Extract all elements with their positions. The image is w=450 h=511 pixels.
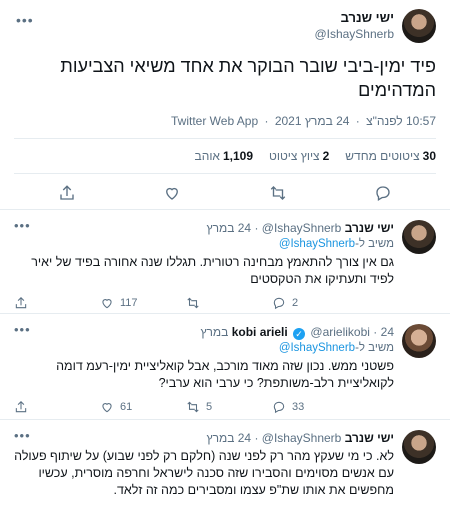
share-icon[interactable] xyxy=(58,184,76,202)
reply-action[interactable]: 2 xyxy=(272,296,358,310)
handle[interactable]: @IshayShnerb xyxy=(262,221,342,235)
tweet-date[interactable]: 24 במרץ xyxy=(207,221,252,235)
retweet-icon xyxy=(187,401,199,413)
replying-label: משיב ל- xyxy=(355,238,394,250)
tweet-date[interactable]: 24 במרץ 2021 xyxy=(275,114,350,128)
tweet-thread: ישי שנרב @IshayShnerb ••• פיד ימין-ביבי … xyxy=(0,0,450,511)
quotes-count: 30 xyxy=(422,149,436,163)
retweet-icon[interactable] xyxy=(269,184,287,202)
reply-header: kobi arieli ✓ @arielikobi · 24 במרץ xyxy=(14,324,394,340)
verified-badge-icon: ✓ xyxy=(293,328,306,340)
handle[interactable]: @arielikobi xyxy=(310,325,370,339)
display-name[interactable]: kobi arieli xyxy=(232,325,288,339)
quotes-stat[interactable]: 30ציטוטים מחדש xyxy=(345,149,436,163)
separator: · xyxy=(254,431,259,445)
reply-tweet[interactable]: ••• ישי שנרב @IshayShnerb · 24 במרץ לא. … xyxy=(0,420,450,511)
author-block: ישי שנרב @IshayShnerb xyxy=(314,10,394,42)
reply-header: ישי שנרב @IshayShnerb · 24 במרץ xyxy=(14,220,394,236)
like-icon xyxy=(102,403,112,413)
avatar[interactable] xyxy=(402,220,436,254)
reply-text: פשטני ממש. נכון שזה מאוד מורכב, אבל קואל… xyxy=(56,359,394,390)
reply-icon xyxy=(273,401,285,414)
replying-to: משיב ל-@IshayShnerb xyxy=(14,236,394,252)
retweet-count: 5 xyxy=(206,401,213,413)
replying-to: משיב ל-@IshayShnerb xyxy=(14,340,394,356)
handle[interactable]: @IshayShnerb xyxy=(262,431,342,445)
like-icon[interactable] xyxy=(163,184,181,202)
reply-count: 2 xyxy=(292,297,299,309)
like-count: 117 xyxy=(120,297,138,309)
display-name[interactable]: ישי שנרב xyxy=(345,431,394,445)
main-tweet: ישי שנרב @IshayShnerb ••• פיד ימין-ביבי … xyxy=(0,0,450,210)
reply-count: 33 xyxy=(292,401,305,413)
tweet-actions xyxy=(14,173,436,211)
separator: · xyxy=(355,114,360,128)
more-options-icon[interactable]: ••• xyxy=(14,322,31,337)
separator: · xyxy=(254,221,259,235)
more-options-icon[interactable]: ••• xyxy=(14,428,31,443)
main-tweet-header: ישי שנרב @IshayShnerb xyxy=(14,8,436,44)
display-name[interactable]: ישי שנרב xyxy=(345,221,394,235)
reply-text: לא. כי מי שעקץ מהר רק לפני שנה (חלקם רק … xyxy=(14,449,394,497)
tweet-text: פיד ימין-ביבי שובר הבוקר את אחד משיאי הצ… xyxy=(60,56,436,100)
tweet-time[interactable]: 10:57 לפנה"צ xyxy=(366,114,436,128)
reply-tweet[interactable]: ••• kobi arieli ✓ @arielikobi · 24 במרץ … xyxy=(0,314,450,420)
reply-icon[interactable] xyxy=(374,184,392,202)
reply-tweet[interactable]: ••• ישי שנרב @IshayShnerb · 24 במרץ משיב… xyxy=(0,210,450,314)
retweets-count: 2 xyxy=(322,149,330,163)
replying-label: משיב ל- xyxy=(355,342,394,354)
mention-link[interactable]: @IshayShnerb xyxy=(279,238,355,250)
reply-icon xyxy=(273,297,285,310)
retweets-stat[interactable]: 2ציוץ ציטוט xyxy=(269,149,329,163)
like-count: 61 xyxy=(120,401,133,413)
more-options-icon[interactable]: ••• xyxy=(16,12,34,28)
separator: · xyxy=(373,325,378,339)
avatar[interactable] xyxy=(402,324,436,358)
likes-label: אוהב xyxy=(194,149,220,163)
retweet-icon xyxy=(187,297,199,309)
tweet-meta: 10:57 לפנה"צ · 24 במרץ 2021 · Twitter We… xyxy=(14,114,436,128)
separator: · xyxy=(264,114,269,128)
like-icon xyxy=(102,299,112,309)
share-icon xyxy=(15,401,27,413)
tweet-source[interactable]: Twitter Web App xyxy=(171,114,258,128)
share-action[interactable] xyxy=(14,400,100,414)
share-icon xyxy=(15,297,27,309)
more-options-icon[interactable]: ••• xyxy=(14,218,31,233)
mention-link[interactable]: @IshayShnerb xyxy=(279,342,355,354)
like-action[interactable]: 117 xyxy=(100,296,186,310)
likes-stat[interactable]: 1,109אוהב xyxy=(195,149,253,163)
reply-actions: 61 5 33 xyxy=(14,392,394,422)
quotes-label: ציטוטים מחדש xyxy=(345,149,420,163)
display-name[interactable]: ישי שנרב xyxy=(314,10,394,26)
handle[interactable]: @IshayShnerb xyxy=(314,26,394,42)
stats-row: 30ציטוטים מחדש 2ציוץ ציטוט 1,109אוהב xyxy=(14,138,436,173)
tweet-date[interactable]: 24 במרץ xyxy=(207,431,252,445)
share-action[interactable] xyxy=(14,296,100,310)
reply-text: גם אין צורך להתאמץ מבחינה רטורית. תגללו … xyxy=(31,255,394,286)
retweet-action[interactable] xyxy=(186,296,272,310)
likes-count: 1,109 xyxy=(222,149,253,163)
like-action[interactable]: 61 xyxy=(100,400,186,414)
reply-action[interactable]: 33 xyxy=(272,400,358,414)
avatar[interactable] xyxy=(402,9,436,43)
reply-header: ישי שנרב @IshayShnerb · 24 במרץ xyxy=(14,430,394,446)
retweets-label: ציוץ ציטוט xyxy=(269,149,320,163)
retweet-action[interactable]: 5 xyxy=(186,400,272,414)
avatar[interactable] xyxy=(402,430,436,464)
